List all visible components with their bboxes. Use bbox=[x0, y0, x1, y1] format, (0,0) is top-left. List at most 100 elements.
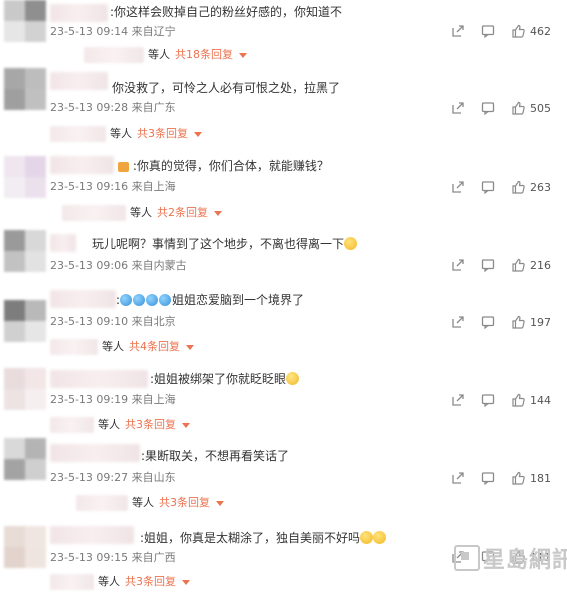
smile-emoji-icon bbox=[373, 531, 387, 544]
avatar[interactable] bbox=[4, 156, 46, 198]
username[interactable] bbox=[50, 444, 140, 462]
chevron-down-icon[interactable] bbox=[239, 52, 247, 58]
username[interactable] bbox=[50, 234, 76, 252]
comment-text: :姐姐，你真是太糊涂了，独自美丽不好吗 bbox=[140, 530, 387, 546]
like-count: 462 bbox=[530, 24, 551, 38]
watermark-logo-icon bbox=[454, 545, 480, 571]
comment-icon[interactable] bbox=[481, 101, 495, 115]
comment-text: 你没救了，可怜之人必有可恨之处，拉黑了 bbox=[112, 81, 341, 95]
comment-text: : 姐姐恋爱脑到一个境界了 bbox=[116, 293, 305, 307]
reply-summary: 等人 共3条回复 bbox=[50, 126, 202, 142]
comment-meta: 23-5-13 09:27 来自山东 bbox=[50, 471, 176, 484]
reply-prefix: 等人 bbox=[98, 575, 120, 588]
like-count: 263 bbox=[530, 180, 551, 194]
blue-emoji-icon bbox=[159, 294, 172, 306]
thumbs-up-icon[interactable] bbox=[511, 258, 525, 272]
thumbs-up-icon[interactable] bbox=[511, 393, 525, 407]
reply-summary: 等人 共18条回复 bbox=[84, 47, 247, 63]
share-icon[interactable] bbox=[451, 258, 465, 272]
reply-count-link[interactable]: 共18条回复 bbox=[175, 48, 233, 62]
comment-meta: 23-5-13 09:16 来自上海 bbox=[50, 180, 176, 193]
thumbs-up-icon[interactable] bbox=[511, 315, 525, 329]
comment-actions: 144 bbox=[435, 393, 551, 407]
chevron-down-icon[interactable] bbox=[194, 131, 202, 137]
reply-user bbox=[84, 47, 144, 63]
blue-emoji-icon bbox=[120, 294, 133, 306]
comment-icon[interactable] bbox=[481, 258, 495, 272]
reply-summary: 等人 共2条回复 bbox=[62, 205, 222, 221]
avatar[interactable] bbox=[4, 230, 46, 272]
comment-meta: 23-5-13 09:15 来自广西 bbox=[50, 551, 176, 564]
avatar[interactable] bbox=[4, 368, 46, 410]
avatar[interactable] bbox=[4, 68, 46, 110]
like-count: 144 bbox=[530, 393, 551, 407]
chevron-down-icon[interactable] bbox=[214, 210, 222, 216]
share-icon[interactable] bbox=[451, 101, 465, 115]
reply-count-link[interactable]: 共3条回复 bbox=[159, 496, 210, 510]
username[interactable] bbox=[50, 4, 108, 22]
comment-icon[interactable] bbox=[481, 471, 495, 485]
comment-icon[interactable] bbox=[481, 393, 495, 407]
username[interactable] bbox=[50, 290, 116, 308]
reply-prefix: 等人 bbox=[98, 418, 120, 431]
smile-emoji-icon bbox=[360, 531, 374, 544]
avatar[interactable] bbox=[4, 438, 46, 480]
thumbs-up-icon[interactable] bbox=[511, 180, 525, 194]
comment-text: :姐姐被绑架了你就眨眨眼 bbox=[150, 371, 300, 387]
thumbs-up-icon[interactable] bbox=[511, 471, 525, 485]
comment-actions: 505 bbox=[435, 101, 551, 115]
comment-icon[interactable] bbox=[481, 315, 495, 329]
comment-actions: 216 bbox=[435, 258, 551, 272]
reply-count-link[interactable]: 共3条回复 bbox=[125, 418, 176, 432]
username[interactable] bbox=[50, 72, 108, 90]
chevron-down-icon[interactable] bbox=[186, 344, 194, 350]
blue-emoji-icon bbox=[146, 294, 159, 306]
reply-user bbox=[76, 495, 128, 511]
reply-count-link[interactable]: 共3条回复 bbox=[125, 575, 176, 589]
reply-user bbox=[62, 205, 126, 221]
comment-actions: 197 bbox=[435, 315, 551, 329]
reply-count-link[interactable]: 共3条回复 bbox=[137, 127, 188, 141]
share-icon[interactable] bbox=[451, 471, 465, 485]
reply-user bbox=[50, 126, 106, 142]
chevron-down-icon[interactable] bbox=[182, 422, 190, 428]
share-icon[interactable] bbox=[451, 315, 465, 329]
reply-count-link[interactable]: 共4条回复 bbox=[129, 340, 180, 354]
username[interactable] bbox=[50, 156, 114, 174]
like-count: 505 bbox=[530, 101, 551, 115]
thumbs-up-icon[interactable] bbox=[511, 24, 525, 38]
thumbs-up-icon[interactable] bbox=[511, 101, 525, 115]
comment-icon[interactable] bbox=[481, 24, 495, 38]
avatar[interactable] bbox=[4, 0, 46, 42]
comment-meta: 23-5-13 09:19 来自上海 bbox=[50, 393, 176, 406]
share-icon[interactable] bbox=[451, 393, 465, 407]
watermark-text: 星島網訊 bbox=[483, 547, 567, 573]
reply-summary: 等人 共3条回复 bbox=[50, 417, 190, 433]
share-icon[interactable] bbox=[451, 180, 465, 194]
reply-prefix: 等人 bbox=[148, 48, 170, 61]
chevron-down-icon[interactable] bbox=[216, 500, 224, 506]
comment-icon[interactable] bbox=[481, 180, 495, 194]
comment-actions: 263 bbox=[435, 180, 551, 194]
like-count: 181 bbox=[530, 471, 551, 485]
comment-text: :你这样会败掉自己的粉丝好感的，你知道不 bbox=[110, 5, 343, 19]
watermark-logo: 星島網訊 bbox=[454, 542, 567, 574]
chevron-down-icon[interactable] bbox=[182, 579, 190, 585]
reply-prefix: 等人 bbox=[102, 340, 124, 353]
comment-meta: 23-5-13 09:06 来自内蒙古 bbox=[50, 259, 187, 272]
username[interactable] bbox=[50, 370, 148, 388]
share-icon[interactable] bbox=[451, 24, 465, 38]
reply-prefix: 等人 bbox=[110, 127, 132, 140]
comment-actions: 462 bbox=[435, 24, 551, 38]
avatar[interactable] bbox=[4, 300, 46, 342]
comment-meta: 23-5-13 09:28 来自广东 bbox=[50, 101, 176, 114]
comment-text: 玩儿呢啊？事情到了这个地步，不离也得离一下 bbox=[92, 236, 358, 252]
reply-summary: 等人 共3条回复 bbox=[50, 574, 190, 590]
avatar[interactable] bbox=[4, 526, 46, 568]
like-count: 197 bbox=[530, 315, 551, 329]
reply-prefix: 等人 bbox=[130, 206, 152, 219]
username[interactable] bbox=[50, 526, 134, 544]
reply-count-link[interactable]: 共2条回复 bbox=[157, 206, 208, 220]
reply-summary: 等人 共4条回复 bbox=[50, 339, 194, 355]
reply-user bbox=[50, 339, 98, 355]
